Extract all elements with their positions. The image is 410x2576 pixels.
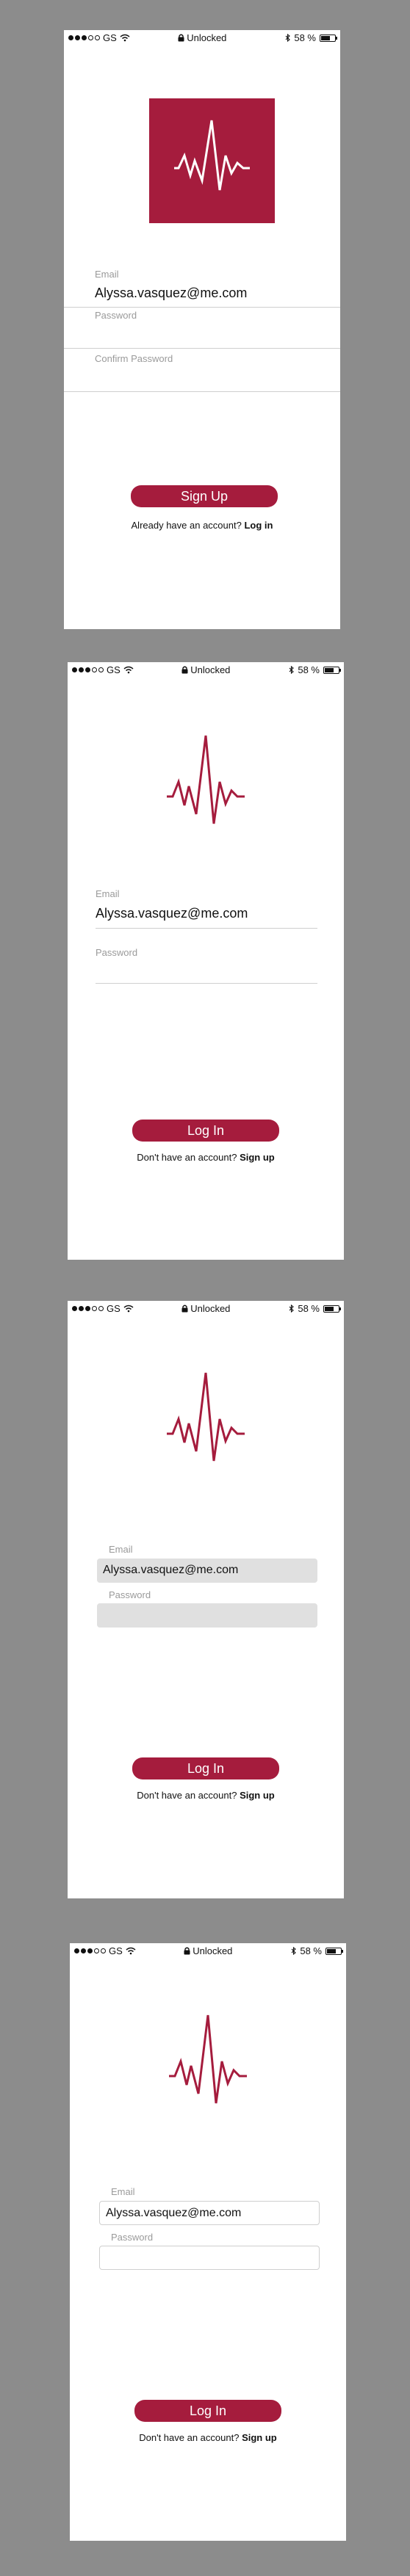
lock-icon — [181, 1305, 188, 1313]
password-label: Password — [95, 310, 137, 321]
lock-icon — [181, 666, 188, 674]
status-bar: GS Unlocked 58 % — [64, 30, 340, 46]
heartbeat-pulse-icon — [167, 735, 245, 824]
lock-status-label: Unlocked — [193, 1945, 233, 1956]
confirm-password-field[interactable] — [95, 366, 315, 388]
signup-prompt-text: Don't have an account? — [137, 1790, 237, 1801]
status-bar: GS Unlocked 58 % — [68, 1301, 344, 1317]
password-label: Password — [96, 947, 138, 958]
bluetooth-icon — [291, 1947, 297, 1955]
sign-up-button[interactable]: Sign Up — [131, 485, 278, 507]
status-bar: GS Unlocked 58 % — [70, 1943, 346, 1959]
email-underline — [96, 928, 317, 929]
heartbeat-pulse-icon — [167, 1372, 245, 1462]
login-prompt-text: Already have an account? — [131, 520, 242, 531]
password-underline — [64, 348, 340, 349]
email-label: Email — [95, 269, 119, 280]
bluetooth-icon — [289, 666, 295, 674]
password-underline — [96, 983, 317, 984]
battery-percent-label: 58 % — [300, 1945, 322, 1956]
lock-icon — [178, 34, 184, 42]
password-field[interactable] — [99, 2246, 320, 2270]
log-in-button[interactable]: Log In — [132, 1757, 279, 1779]
login-screen: GS Unlocked 58 % Email Alyssa.vasquez@me… — [68, 662, 344, 1260]
battery-icon — [323, 666, 341, 674]
battery-icon — [320, 34, 337, 42]
password-field[interactable] — [96, 959, 316, 982]
signup-prompt: Don't have an account? Sign up — [68, 1152, 344, 1163]
bluetooth-icon — [285, 34, 291, 42]
log-in-button[interactable]: Log In — [132, 1120, 279, 1142]
lock-status-label: Unlocked — [190, 664, 231, 675]
status-bar: GS Unlocked 58 % — [68, 662, 344, 678]
signup-screen: GS Unlocked 58 % Email Alyssa.vasquez@me… — [64, 30, 340, 629]
heartbeat-pulse-icon — [174, 120, 250, 191]
lock-icon — [184, 1947, 190, 1955]
login-link[interactable]: Log in — [244, 520, 273, 531]
battery-icon — [323, 1305, 341, 1313]
email-label: Email — [96, 888, 120, 899]
sign-up-link[interactable]: Sign up — [242, 2432, 277, 2443]
lock-status-label: Unlocked — [190, 1303, 231, 1314]
login-screen-filled: GS Unlocked 58 % Email Alyssa.vasquez@me… — [68, 1301, 344, 1898]
email-field[interactable]: Alyssa.vasquez@me.com — [97, 1559, 317, 1583]
email-field[interactable]: Alyssa.vasquez@me.com — [95, 286, 247, 301]
lock-status-label: Unlocked — [187, 32, 227, 43]
password-field[interactable] — [97, 1603, 317, 1628]
battery-percent-label: 58 % — [298, 664, 320, 675]
sign-up-link[interactable]: Sign up — [240, 1152, 275, 1163]
battery-percent-label: 58 % — [294, 32, 316, 43]
confirm-password-underline — [64, 391, 340, 392]
login-prompt: Already have an account? Log in — [64, 520, 340, 531]
email-value: Alyssa.vasquez@me.com — [106, 2207, 242, 2219]
email-underline — [64, 307, 340, 308]
signup-prompt-text: Don't have an account? — [139, 2432, 240, 2443]
email-label: Email — [111, 2186, 135, 2197]
battery-percent-label: 58 % — [298, 1303, 320, 1314]
email-field[interactable]: Alyssa.vasquez@me.com — [99, 2201, 320, 2225]
signup-prompt: Don't have an account? Sign up — [70, 2432, 346, 2443]
signup-prompt-text: Don't have an account? — [137, 1152, 237, 1163]
confirm-password-label: Confirm Password — [95, 353, 173, 364]
signup-prompt: Don't have an account? Sign up — [68, 1790, 344, 1801]
email-field[interactable]: Alyssa.vasquez@me.com — [96, 906, 248, 921]
sign-up-link[interactable]: Sign up — [240, 1790, 275, 1801]
password-label: Password — [109, 1589, 151, 1600]
battery-icon — [326, 1947, 343, 1955]
log-in-button[interactable]: Log In — [134, 2400, 281, 2422]
app-logo — [149, 98, 275, 223]
password-label: Password — [111, 2232, 154, 2243]
login-screen-outlined: GS Unlocked 58 % Email Alyssa.vasquez@me… — [70, 1943, 346, 2541]
email-label: Email — [109, 1544, 133, 1555]
heartbeat-pulse-icon — [169, 2014, 247, 2104]
password-field[interactable] — [95, 324, 315, 346]
bluetooth-icon — [289, 1305, 295, 1313]
email-value: Alyssa.vasquez@me.com — [103, 1564, 239, 1576]
